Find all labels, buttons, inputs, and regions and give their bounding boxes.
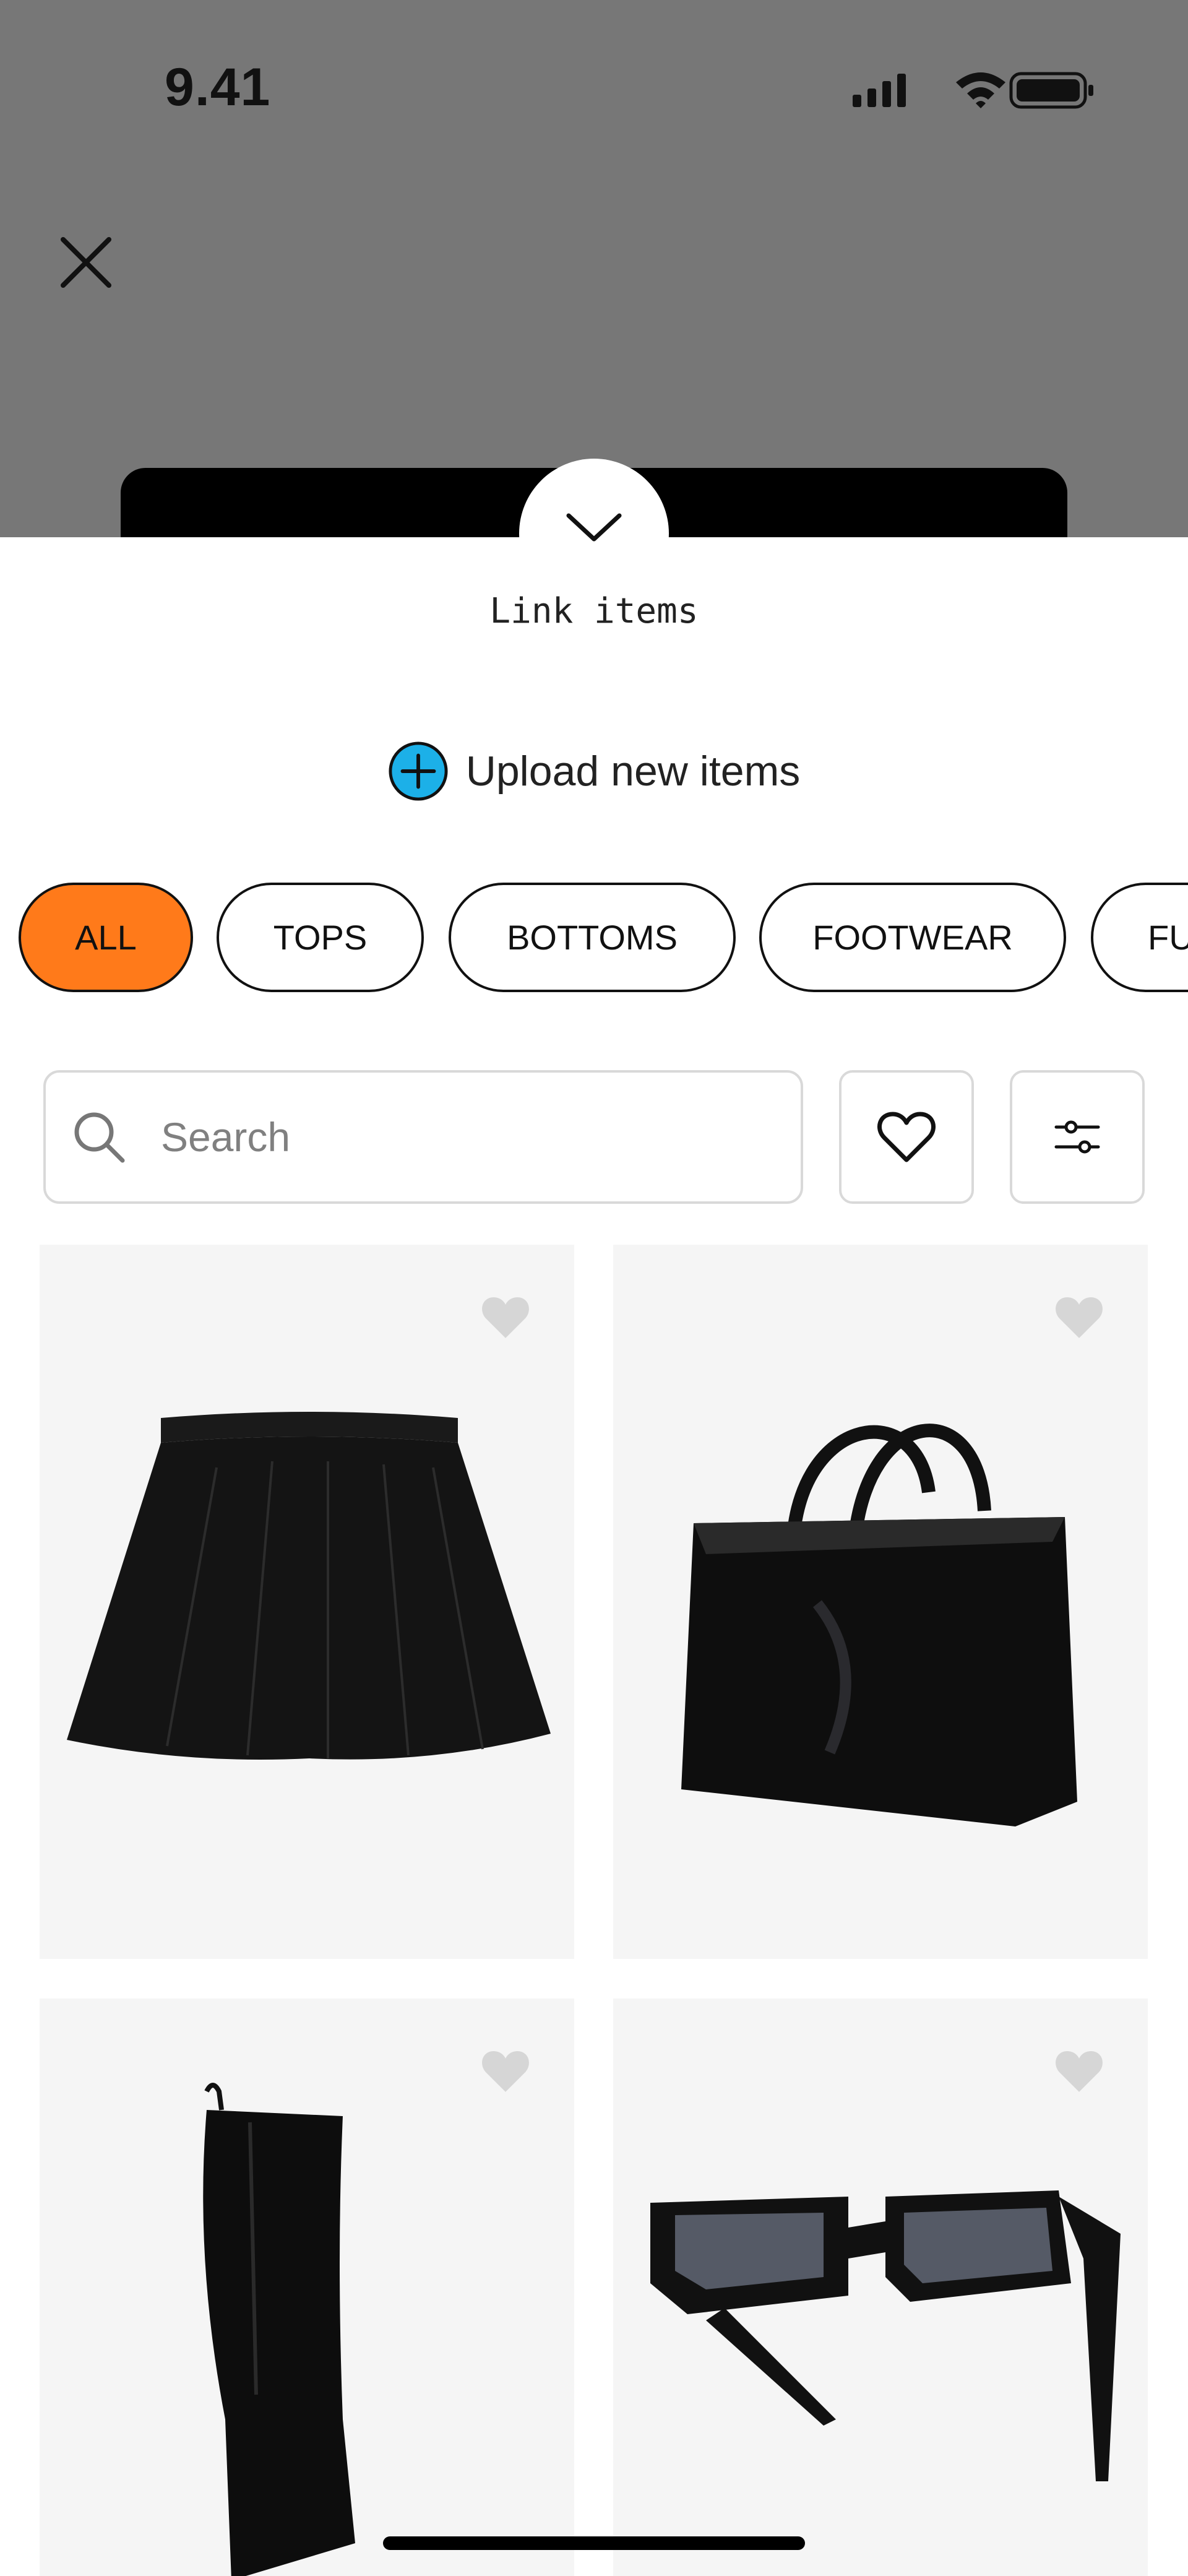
favorite-heart-icon[interactable] xyxy=(479,1294,532,1341)
category-filter-bar: ALL TOPS BOTTOMS FOOTWEAR FU xyxy=(0,883,1188,997)
wifi-icon xyxy=(956,72,1005,108)
search-input[interactable]: Search xyxy=(43,1070,803,1204)
battery-icon xyxy=(1009,72,1093,109)
sliders-icon xyxy=(1054,1120,1100,1154)
item-card-tote-bag[interactable] xyxy=(613,1245,1148,1959)
filter-chip-all[interactable]: ALL xyxy=(19,883,193,992)
filter-chip-bottoms[interactable]: BOTTOMS xyxy=(449,883,736,992)
item-card-skirt[interactable] xyxy=(40,1245,574,1959)
sunglasses-image xyxy=(650,2190,1121,2481)
favorite-heart-icon[interactable] xyxy=(1052,1294,1106,1341)
upload-new-items-button[interactable]: Upload new items xyxy=(0,740,1188,802)
home-indicator xyxy=(383,2536,805,2550)
favorite-heart-icon[interactable] xyxy=(1052,2048,1106,2095)
search-icon xyxy=(74,1112,125,1163)
collapse-sheet-button[interactable] xyxy=(519,459,669,608)
favorites-filter-button[interactable] xyxy=(839,1070,974,1204)
item-card-boots[interactable] xyxy=(40,1999,574,2576)
close-button[interactable] xyxy=(50,226,118,294)
boots-image xyxy=(203,2083,355,2576)
search-placeholder: Search xyxy=(161,1114,291,1160)
close-icon xyxy=(61,237,111,288)
chevron-down-icon xyxy=(566,513,622,542)
heart-outline-icon xyxy=(877,1112,936,1162)
status-icons xyxy=(853,72,1093,109)
tote-bag-image xyxy=(681,1424,1077,1826)
skirt-image xyxy=(67,1412,551,1760)
plus-circle-icon xyxy=(389,741,448,801)
filter-chip-footwear[interactable]: FOOTWEAR xyxy=(759,883,1066,992)
favorite-heart-icon[interactable] xyxy=(479,2048,532,2095)
signal-icon xyxy=(853,74,906,107)
filter-chip-tops[interactable]: TOPS xyxy=(217,883,424,992)
item-card-sunglasses[interactable] xyxy=(613,1999,1148,2576)
filter-chip-more[interactable]: FU xyxy=(1091,883,1188,992)
sheet-title: Link items xyxy=(489,591,699,631)
status-time: 9.41 xyxy=(165,58,271,117)
upload-label: Upload new items xyxy=(465,748,801,795)
filter-settings-button[interactable] xyxy=(1010,1070,1145,1204)
